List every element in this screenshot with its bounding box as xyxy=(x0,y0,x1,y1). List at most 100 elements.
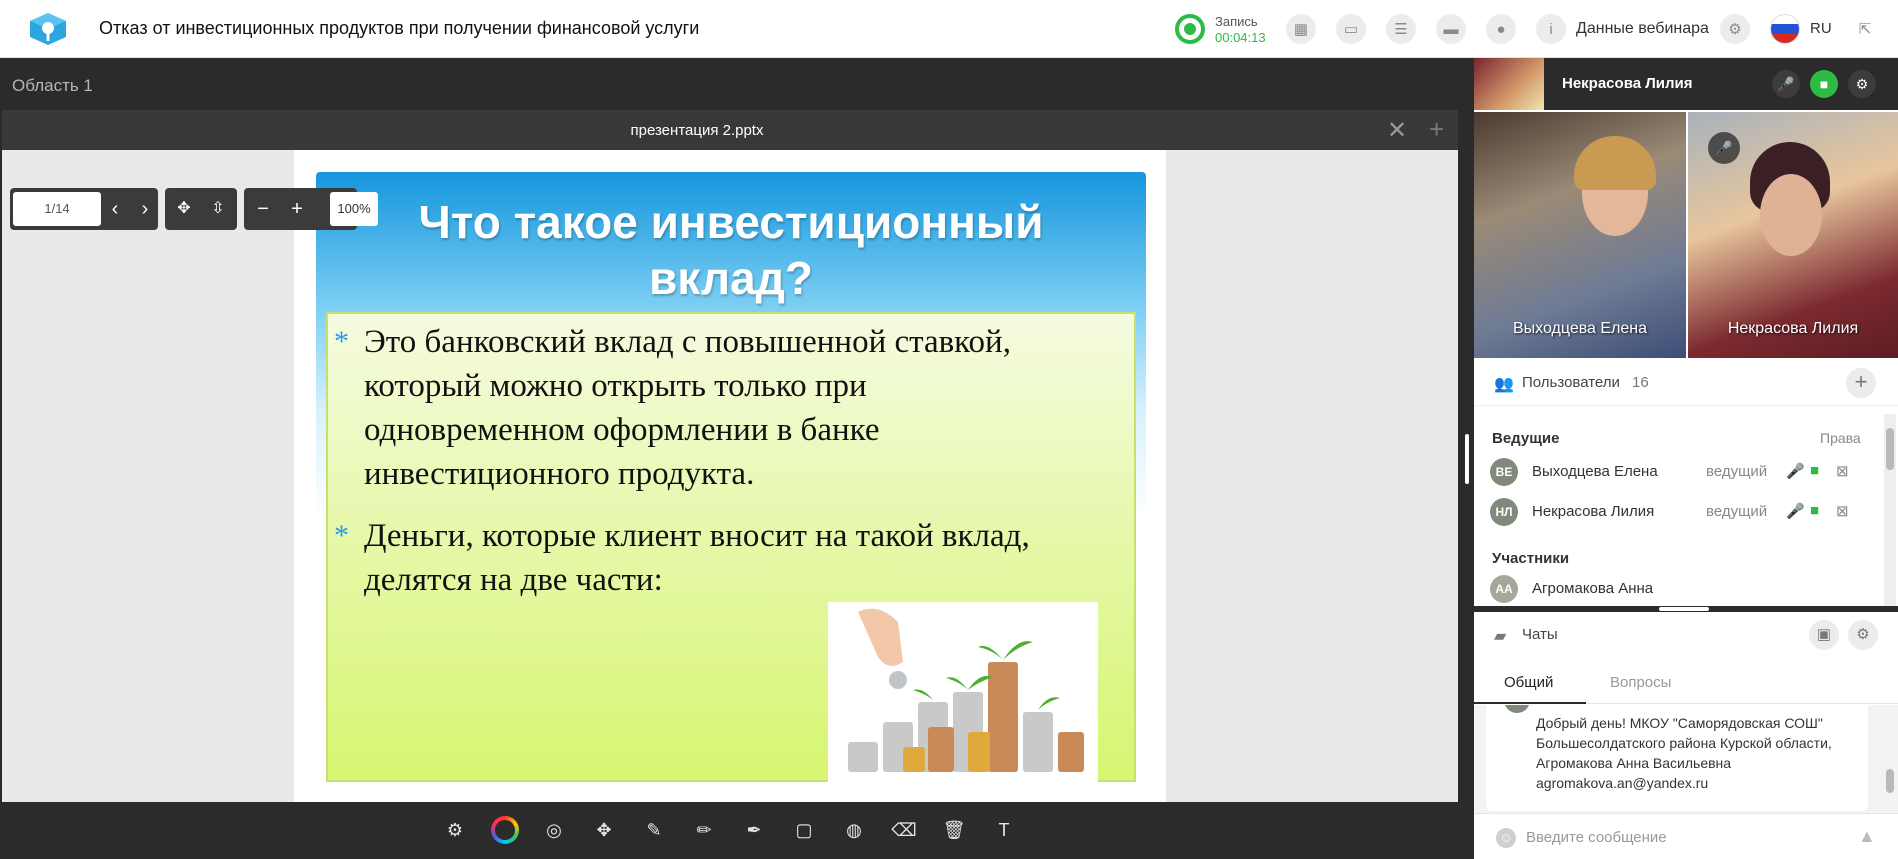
area-label: Область 1 xyxy=(12,76,93,95)
flag-ru-icon[interactable] xyxy=(1770,14,1800,44)
external-link-icon[interactable]: ⇱ xyxy=(1850,14,1880,44)
participant-hair xyxy=(1574,136,1656,190)
zoom-controls: − + 100% xyxy=(244,188,378,230)
chat-messages: Добрый день! МКОУ "Саморядовская СОШ" Бо… xyxy=(1474,705,1898,813)
send-icon[interactable]: ▲ xyxy=(1858,826,1876,847)
message-text: Добрый день! МКОУ "Саморядовская СОШ" Бо… xyxy=(1536,715,1832,791)
pencil-icon[interactable]: ✏ xyxy=(691,817,717,843)
user-row[interactable]: АА Агромакова Анна xyxy=(1474,571,1884,605)
mic-muted-icon[interactable]: 🎤 xyxy=(1772,70,1800,98)
pointer-icon[interactable]: ◎ xyxy=(541,817,567,843)
eraser-icon[interactable]: ⌫ xyxy=(891,817,917,843)
screen-share-off-icon[interactable]: ⊠ xyxy=(1836,502,1849,520)
zoom-level[interactable]: 100% xyxy=(330,192,378,226)
fit-width-icon[interactable]: ⇳ xyxy=(205,196,231,222)
camera-icon[interactable]: ■ xyxy=(1810,70,1838,98)
chat-icon: ▰ xyxy=(1494,628,1507,645)
next-page-icon[interactable]: › xyxy=(132,196,158,222)
slide-content-box: * Это банковский вклад с повышенной став… xyxy=(326,312,1136,782)
gear-icon[interactable]: ⚙ xyxy=(1720,14,1750,44)
notes-icon[interactable]: ☰ xyxy=(1386,14,1416,44)
record-icon[interactable] xyxy=(1175,14,1205,44)
camera-icon[interactable]: ■ xyxy=(1810,502,1819,519)
chat-message[interactable]: Добрый день! МКОУ "Саморядовская СОШ" Бо… xyxy=(1486,705,1868,811)
close-icon[interactable]: ✕ xyxy=(1387,116,1407,145)
emoji-icon[interactable]: ☺ xyxy=(1496,828,1516,848)
shape-icon[interactable]: ◍ xyxy=(841,817,867,843)
chats-label: Чаты xyxy=(1522,626,1558,643)
app-logo-icon[interactable] xyxy=(26,11,70,47)
chat-tabs: Общий Вопросы xyxy=(1474,658,1898,704)
zoom-out-icon[interactable]: − xyxy=(250,196,276,222)
screen-share-off-icon[interactable]: ⊠ xyxy=(1836,462,1849,480)
rectangle-icon[interactable]: ▢ xyxy=(791,817,817,843)
presentation-area: Область 1 презентация 2.pptx ✕ + Что так… xyxy=(0,58,1460,859)
speaker-bar: Некрасова Лилия 🎤 ■ ⚙ xyxy=(1474,58,1898,110)
fit-page-icon[interactable]: ✥ xyxy=(171,196,197,222)
user-name: Выходцева Елена xyxy=(1532,463,1658,480)
prev-page-icon[interactable]: ‹ xyxy=(102,196,128,222)
screen-icon[interactable]: ▭ xyxy=(1336,14,1366,44)
gear-icon[interactable]: ⚙ xyxy=(1848,620,1878,650)
marker-icon[interactable]: ✒ xyxy=(741,817,767,843)
right-panel: Некрасова Лилия 🎤 ■ ⚙ Выходцева Елена 🎤 … xyxy=(1474,58,1898,859)
zoom-in-icon[interactable]: + xyxy=(284,196,310,222)
webinar-data-button[interactable]: Данные вебинара xyxy=(1576,20,1709,38)
video-tile[interactable]: 🎤 Некрасова Лилия xyxy=(1688,112,1898,358)
user-row[interactable]: НЛ Некрасова Лилия ведущий 🎤 ■ ⊠ xyxy=(1474,494,1884,530)
chat-popout-icon[interactable]: ▣ xyxy=(1809,620,1839,650)
scroll-thumb[interactable] xyxy=(1886,428,1894,470)
camera-icon[interactable]: ■ xyxy=(1810,462,1819,479)
trash-icon[interactable]: 🗑 xyxy=(941,817,967,843)
fit-controls: ✥ ⇳ xyxy=(165,188,237,230)
chats-header: ▰ Чаты ▣ ⚙ xyxy=(1474,612,1898,658)
mic-icon[interactable]: 🎤 xyxy=(1786,462,1805,480)
chat-scrollbar[interactable] xyxy=(1884,705,1896,813)
users-count: 16 xyxy=(1632,374,1649,391)
webinar-title: Отказ от инвестиционных продуктов при по… xyxy=(99,18,700,38)
gear-icon[interactable]: ⚙ xyxy=(1848,70,1876,98)
avatar: АА xyxy=(1490,575,1518,603)
bullet-marker: * xyxy=(334,325,349,358)
tab-questions[interactable]: Вопросы xyxy=(1610,674,1671,691)
slide-title-line-2: вклад? xyxy=(649,252,813,304)
move-icon[interactable]: ✥ xyxy=(591,817,617,843)
avatar: НЛ xyxy=(1490,498,1518,526)
page-number-field[interactable]: 1/14 xyxy=(13,192,101,226)
add-tab-icon[interactable]: + xyxy=(1429,114,1444,145)
folder-icon[interactable]: ▬ xyxy=(1436,14,1466,44)
participants-section-label: Участники xyxy=(1492,550,1570,567)
user-settings-icon[interactable]: ● xyxy=(1486,14,1516,44)
coins-image xyxy=(828,602,1098,782)
split-grip[interactable] xyxy=(1659,607,1709,611)
message-input[interactable] xyxy=(1526,822,1826,852)
info-icon[interactable]: i xyxy=(1536,14,1566,44)
video-name: Некрасова Лилия xyxy=(1727,320,1859,337)
mic-muted-icon[interactable]: 🎤 xyxy=(1786,502,1805,520)
video-tile[interactable]: Выходцева Елена xyxy=(1474,112,1686,358)
page-navigation: 1/14 ‹ › xyxy=(10,188,158,230)
scroll-thumb[interactable] xyxy=(1886,769,1894,793)
participant-face xyxy=(1760,174,1822,256)
user-row[interactable]: ВЕ Выходцева Елена ведущий 🎤 ■ ⊠ xyxy=(1474,454,1884,490)
brush-icon[interactable]: ✎ xyxy=(641,817,667,843)
slide-title-line-1: Что такое инвестиционный xyxy=(418,196,1044,248)
speaker-thumbnail[interactable] xyxy=(1474,58,1544,110)
settings-icon[interactable]: ⚙ xyxy=(442,817,468,843)
language-selector[interactable]: RU xyxy=(1810,20,1832,37)
tab-general[interactable]: Общий xyxy=(1504,674,1553,691)
resize-grip[interactable] xyxy=(1465,434,1469,484)
panel-resize-handle[interactable] xyxy=(1460,58,1474,859)
user-role: ведущий xyxy=(1706,463,1768,480)
text-icon[interactable]: T xyxy=(991,817,1017,843)
users-scrollbar[interactable] xyxy=(1884,414,1896,606)
chat-input-area: ☺ ▲ xyxy=(1474,813,1898,859)
add-user-button[interactable]: + xyxy=(1846,368,1876,398)
slide-title: Что такое инвестиционный вклад? xyxy=(316,194,1146,306)
color-picker-icon[interactable] xyxy=(491,816,519,844)
apps-icon[interactable]: ▦ xyxy=(1286,14,1316,44)
users-header: 👥 Пользователи 16 + xyxy=(1474,360,1898,406)
document-tab-bar: презентация 2.pptx ✕ + xyxy=(2,110,1458,150)
users-label: Пользователи xyxy=(1522,374,1620,391)
bullet-marker: * xyxy=(334,519,349,552)
